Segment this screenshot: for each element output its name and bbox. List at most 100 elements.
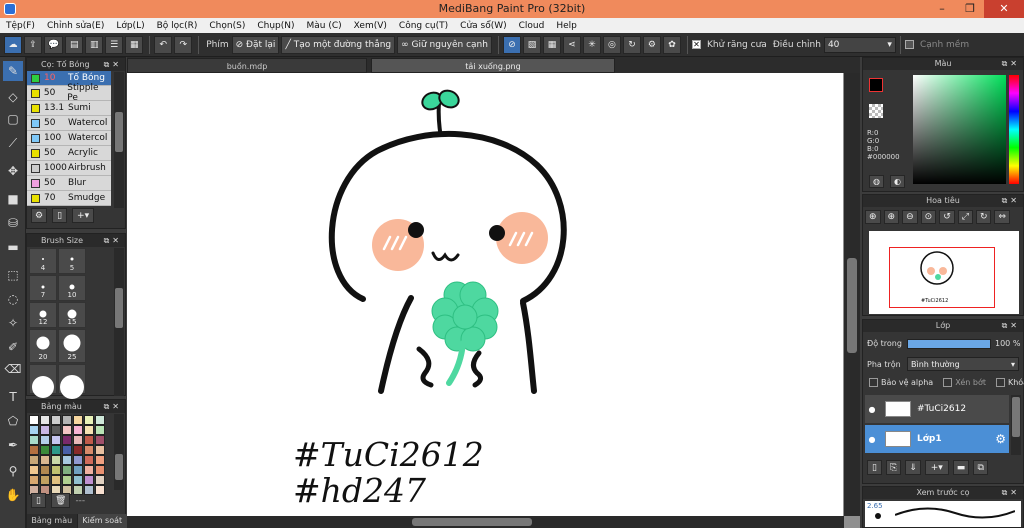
grid-icon[interactable]: ▦ <box>125 35 144 54</box>
redo-icon[interactable]: ↷ <box>174 35 193 54</box>
brush-size-scrollbar[interactable] <box>114 248 124 396</box>
straight-line-button[interactable]: ╱ Tạo một đường thẳng <box>281 35 396 54</box>
saturation-value-picker[interactable] <box>913 75 1006 184</box>
panel-dock-close-icons[interactable]: ⧉✕ <box>1002 195 1020 207</box>
palette-color-swatch[interactable] <box>40 445 50 455</box>
scrollbar-thumb[interactable] <box>115 112 123 152</box>
add-brush-icon[interactable]: +▾ <box>72 208 95 223</box>
palette-color-swatch[interactable] <box>40 425 50 435</box>
brush-item[interactable]: 50 Watercol <box>27 116 111 131</box>
duplicate-layer-icon[interactable]: ⎘ <box>886 460 902 475</box>
palette-color-swatch[interactable] <box>95 425 105 435</box>
menu-view[interactable]: Xem(V) <box>354 21 387 31</box>
palette-color-swatch[interactable] <box>73 455 83 465</box>
scrollbar-thumb[interactable] <box>847 258 857 353</box>
menu-filter[interactable]: Bộ lọc(R) <box>157 21 198 31</box>
brush-size-cell[interactable] <box>29 364 57 398</box>
no-snap-icon[interactable]: ⊘ <box>502 35 521 54</box>
select-eraser-icon[interactable]: ⌫ <box>3 359 23 379</box>
palette-color-swatch[interactable] <box>95 475 105 485</box>
protect-alpha-checkbox[interactable] <box>869 378 878 387</box>
brush-item[interactable]: 50 Blur <box>27 176 111 191</box>
palette-color-swatch[interactable] <box>73 435 83 445</box>
tab-buon-mdp[interactable]: buồn.mdp <box>127 58 367 73</box>
soft-edge-checkbox[interactable] <box>904 40 914 49</box>
palette-color-swatch[interactable] <box>95 435 105 445</box>
zoom-fit-icon[interactable]: ⊕ <box>883 210 900 224</box>
text-tool-icon[interactable]: T <box>3 387 23 407</box>
tab-palette[interactable]: Bảng màu <box>27 514 78 528</box>
scrollbar-thumb[interactable] <box>115 454 123 480</box>
close-button[interactable]: ✕ <box>984 0 1024 18</box>
dot-tool-icon[interactable]: ⟋ <box>3 133 23 153</box>
rotate-right-icon[interactable]: ↻ <box>975 210 992 224</box>
curve-snap-icon[interactable]: ↻ <box>622 35 641 54</box>
palette-color-swatch[interactable] <box>73 415 83 425</box>
palette-color-swatch[interactable] <box>40 455 50 465</box>
rectangle-tool-icon[interactable]: ▢ <box>3 109 23 129</box>
restore-button[interactable]: ❐ <box>956 0 984 18</box>
panel-dock-close-icons[interactable]: ⧉✕ <box>1002 487 1020 499</box>
palette-color-swatch[interactable] <box>51 425 61 435</box>
new-color-icon[interactable]: ▯ <box>31 493 46 508</box>
menu-select[interactable]: Chọn(S) <box>209 21 245 31</box>
brush-size-cell[interactable]: 20 <box>29 329 57 363</box>
trash-icon[interactable]: 🗑 <box>51 493 71 508</box>
snap-settings-icon[interactable]: ✿ <box>662 35 681 54</box>
menu-help[interactable]: Help <box>556 21 577 31</box>
palette-color-swatch[interactable] <box>62 445 72 455</box>
parallel-snap-icon[interactable]: ▧ <box>522 35 541 54</box>
fill-rect-tool-icon[interactable]: ■ <box>3 189 23 209</box>
palette-color-swatch[interactable] <box>29 445 39 455</box>
palette-color-swatch[interactable] <box>62 415 72 425</box>
new-brush-icon[interactable]: ▯ <box>52 208 68 223</box>
menu-snap[interactable]: Chụp(N) <box>257 21 294 31</box>
palette-color-swatch[interactable] <box>40 435 50 445</box>
eraser-tool-icon[interactable]: ◇ <box>3 87 23 107</box>
scrollbar-thumb[interactable] <box>1012 397 1020 437</box>
magic-wand-icon[interactable]: ✧ <box>3 313 23 333</box>
brush-size-cell[interactable]: 7 <box>29 275 57 301</box>
palette-color-swatch[interactable] <box>73 475 83 485</box>
eye-icon[interactable]: ● <box>865 405 879 414</box>
brush-size-cell[interactable]: 25 <box>58 329 86 363</box>
menu-tools[interactable]: Công cụ(T) <box>399 21 448 31</box>
palette-color-swatch[interactable] <box>84 435 94 445</box>
opacity-slider[interactable] <box>907 339 991 349</box>
palette-color-swatch[interactable] <box>40 475 50 485</box>
zoom-in-icon[interactable]: ⊕ <box>865 210 881 224</box>
gradient-tool-icon[interactable]: ▬ <box>3 237 23 257</box>
gear-icon[interactable]: ⚙ <box>995 432 1006 446</box>
palette-color-swatch[interactable] <box>84 415 94 425</box>
palette-color-swatch[interactable] <box>95 415 105 425</box>
palette-color-swatch[interactable] <box>29 435 39 445</box>
brush-size-cell[interactable]: 12 <box>29 302 57 328</box>
radial-snap-icon[interactable]: ⋖ <box>562 35 581 54</box>
list-icon[interactable]: ☰ <box>105 35 124 54</box>
panel-dock-close-icons[interactable]: ⧉✕ <box>1002 320 1020 332</box>
palette-color-swatch[interactable] <box>84 455 94 465</box>
palette-color-swatch[interactable] <box>62 425 72 435</box>
keep-edge-button[interactable]: ∞ Giữ nguyên cạnh <box>397 35 492 54</box>
brush-item[interactable]: 70 Smudge <box>27 191 111 206</box>
select-pen-icon[interactable]: ✐ <box>3 337 23 357</box>
color-picker-icon[interactable]: ◐ <box>890 175 905 188</box>
layer-row-selected[interactable]: ● Lớp1 ⚙ <box>865 425 1009 453</box>
hand-tool-icon[interactable]: ✋ <box>3 485 23 505</box>
lock-checkbox[interactable] <box>995 378 1005 387</box>
navigator-preview[interactable]: #TuCi2612 <box>869 231 1019 314</box>
palette-scrollbar[interactable] <box>114 414 124 490</box>
palette-color-swatch[interactable] <box>51 415 61 425</box>
brush-size-cell[interactable]: 5 <box>58 248 86 274</box>
move-tool-icon[interactable]: ✥ <box>3 161 23 181</box>
panel-dock-close-icons[interactable]: ⧉✕ <box>104 234 122 247</box>
palette-color-swatch[interactable] <box>95 485 105 495</box>
rotate-left-icon[interactable]: ↺ <box>939 210 955 224</box>
palette-color-swatch[interactable] <box>95 445 105 455</box>
brush-size-cell[interactable] <box>58 364 86 399</box>
flip-icon[interactable]: ⇔ <box>994 210 1011 224</box>
lasso-tool-icon[interactable]: ◌ <box>3 289 23 309</box>
hue-slider[interactable] <box>1009 75 1019 184</box>
palette-color-swatch[interactable] <box>62 475 72 485</box>
brush-item[interactable]: 1000 Airbrush <box>27 161 111 176</box>
